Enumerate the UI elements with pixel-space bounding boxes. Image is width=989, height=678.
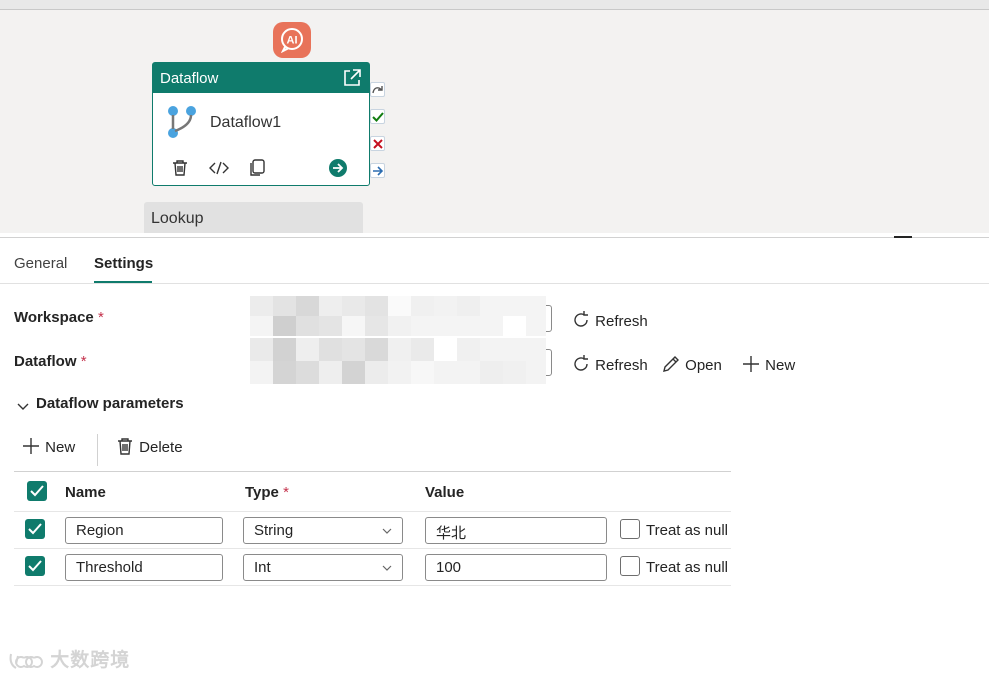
dataflow-icon (167, 105, 197, 143)
workspace-label: Workspace * (14, 309, 104, 326)
pipeline-canvas[interactable]: AI Dataflow Dataflow1 Lookup (0, 0, 989, 233)
tab-general[interactable]: General (14, 255, 67, 272)
dataflow-redacted-value (250, 338, 546, 384)
column-header-name[interactable]: Name (65, 484, 106, 501)
activity-header: Dataflow (153, 63, 369, 93)
parameter-type-select[interactable]: Int (243, 554, 403, 581)
dataflow-activity-card[interactable]: Dataflow Dataflow1 (152, 62, 370, 186)
activity-name: Dataflow1 (210, 114, 282, 131)
new-label: New (765, 356, 796, 374)
parameters-section-title[interactable]: Dataflow parameters (36, 395, 184, 412)
activity-type-label: Dataflow (160, 70, 219, 87)
plus-icon (21, 436, 41, 460)
workspace-redacted-value (250, 296, 546, 336)
workspace-label-text: Workspace (14, 309, 94, 326)
open-external-icon[interactable] (342, 68, 362, 92)
delete-label: Delete (139, 438, 183, 456)
copy-icon[interactable] (248, 159, 266, 181)
code-icon[interactable] (209, 159, 229, 181)
row-checkbox[interactable] (25, 556, 45, 576)
fail-icon[interactable] (370, 136, 385, 151)
table-top-border (14, 471, 731, 472)
required-marker: * (97, 309, 104, 326)
canvas-top-bar (0, 0, 989, 10)
watermark-logo-icon (9, 653, 43, 669)
refresh-icon (571, 354, 591, 378)
parameter-value-text: 华北 (436, 525, 467, 542)
lookup-label: Lookup (151, 210, 204, 227)
column-header-type-label: Type (245, 484, 279, 501)
chevron-down-icon (382, 565, 392, 571)
workspace-refresh-button[interactable]: Refresh (571, 310, 648, 334)
chevron-down-icon (382, 528, 392, 534)
column-header-value[interactable]: Value (425, 484, 464, 501)
parameter-name-input[interactable]: Region (65, 517, 223, 544)
pencil-icon (661, 354, 681, 378)
dataflow-new-button[interactable]: New (741, 354, 795, 378)
tab-strip-border (0, 283, 989, 284)
column-header-type[interactable]: Type * (245, 484, 289, 501)
parameter-new-button[interactable]: New (21, 436, 75, 460)
parameter-name-value: Threshold (76, 559, 143, 576)
go-arrow-icon[interactable] (329, 159, 347, 181)
row-border (14, 548, 731, 549)
new-label: New (45, 438, 76, 456)
treat-as-null-label[interactable]: Treat as null (646, 522, 728, 539)
parameter-name-value: Region (76, 522, 124, 539)
refresh-icon (571, 310, 591, 334)
skip-icon[interactable] (370, 82, 385, 97)
parameter-value-text: 100 (436, 559, 462, 576)
required-marker: * (80, 353, 87, 370)
treat-as-null-checkbox[interactable] (620, 556, 640, 576)
refresh-label: Refresh (595, 356, 648, 374)
parameter-type-value: String (254, 522, 294, 539)
lookup-activity-card[interactable]: Lookup (144, 202, 363, 233)
header-row-border (14, 511, 731, 512)
ai-assistant-icon[interactable]: AI (273, 22, 311, 58)
row-border (14, 585, 731, 586)
delete-icon (115, 436, 135, 460)
parameter-type-select[interactable]: String (243, 517, 403, 544)
ai-badge-text: AI (287, 35, 298, 47)
parameter-delete-button[interactable]: Delete (115, 436, 183, 460)
completion-icon[interactable] (370, 163, 385, 178)
parameter-name-input[interactable]: Threshold (65, 554, 223, 581)
plus-icon (741, 354, 761, 378)
dataflow-label: Dataflow * (14, 353, 87, 370)
delete-icon[interactable] (171, 159, 189, 181)
row-checkbox[interactable] (25, 519, 45, 539)
watermark: 大数跨境 (8, 645, 130, 672)
treat-as-null-label[interactable]: Treat as null (646, 559, 728, 576)
open-label: Open (685, 356, 722, 374)
treat-as-null-checkbox[interactable] (620, 519, 640, 539)
dataflow-label-text: Dataflow (14, 353, 77, 370)
parameter-value-input[interactable]: 华北 (425, 517, 607, 544)
watermark-text: 大数跨境 (50, 650, 131, 671)
tab-settings[interactable]: Settings (94, 255, 153, 272)
required-marker: * (283, 484, 289, 501)
dataflow-refresh-button[interactable]: Refresh (571, 354, 648, 378)
parameter-value-input[interactable]: 100 (425, 554, 607, 581)
resize-handle[interactable] (894, 236, 912, 238)
parameter-type-value: Int (254, 559, 271, 576)
dataflow-open-button[interactable]: Open (661, 354, 722, 378)
toolbar-separator (97, 434, 98, 466)
panel-divider (0, 237, 989, 238)
chevron-down-icon[interactable] (16, 399, 30, 417)
success-icon[interactable] (370, 109, 385, 124)
refresh-label: Refresh (595, 312, 648, 330)
select-all-checkbox[interactable] (27, 481, 47, 501)
